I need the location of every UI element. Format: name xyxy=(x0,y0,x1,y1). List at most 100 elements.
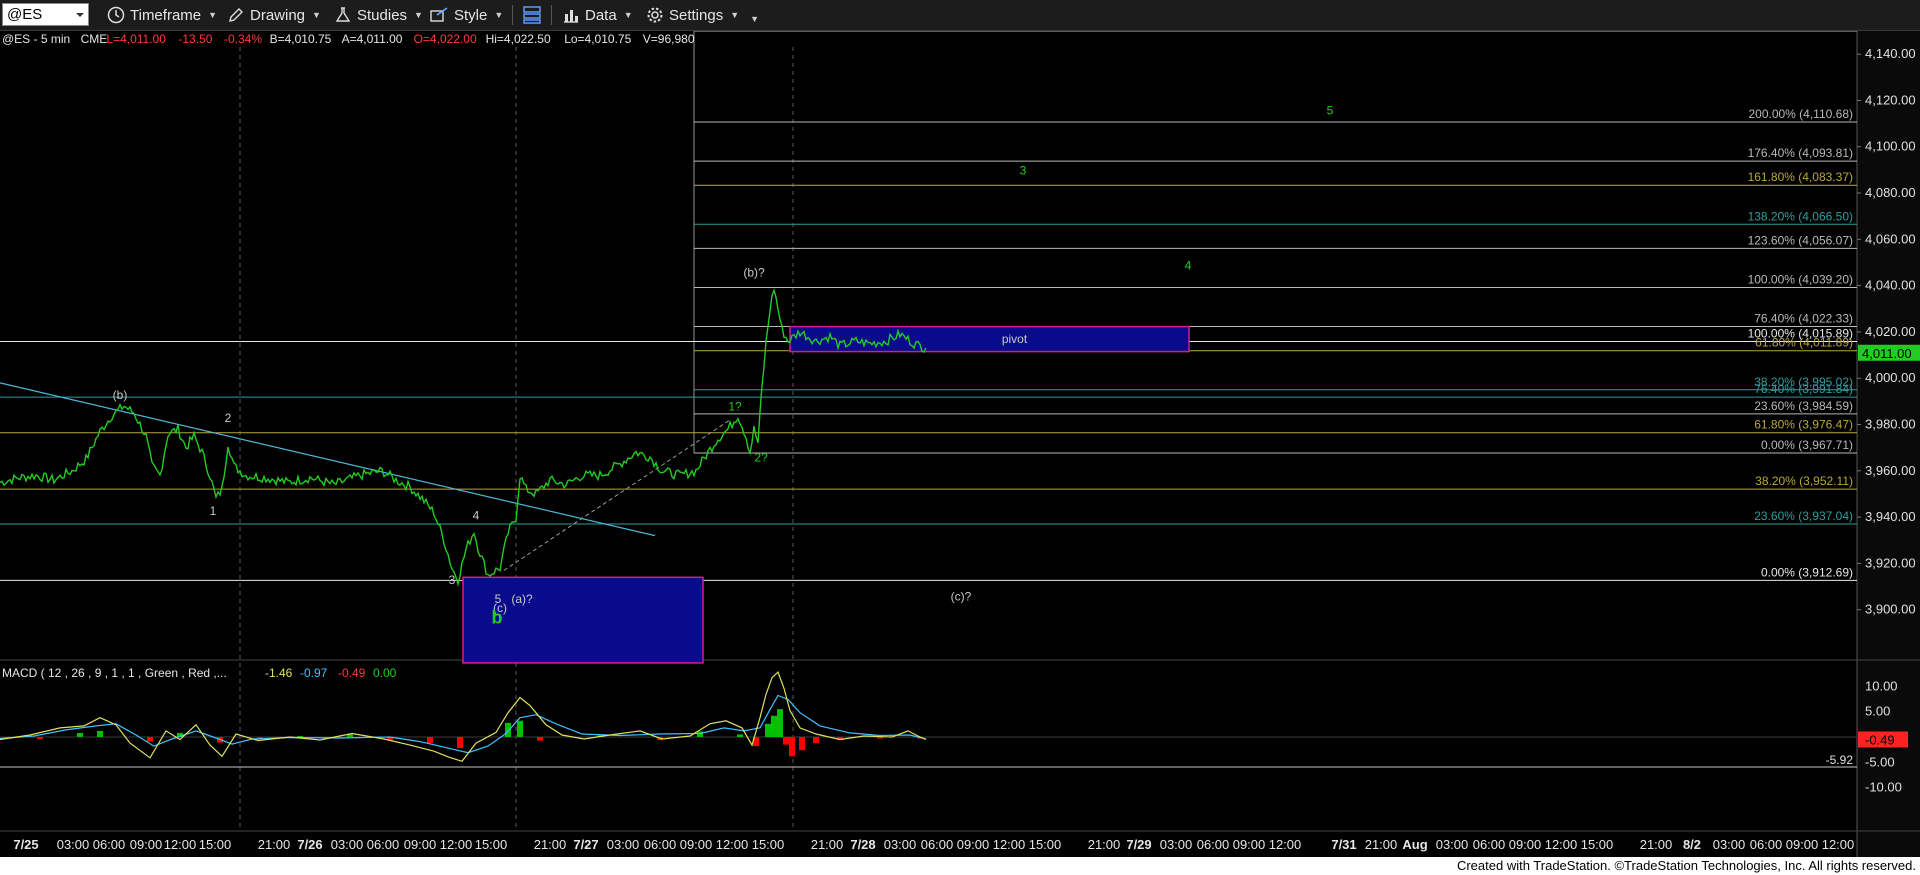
time-axis-label: 09:00 xyxy=(957,837,990,852)
macd-reference-label: -5.92 xyxy=(1826,753,1854,767)
macd-signal-value: -0.97 xyxy=(300,666,328,680)
macd-histogram-bar xyxy=(765,723,771,737)
layout-icon xyxy=(523,6,541,24)
drawing-label: Drawing xyxy=(250,6,306,24)
layout-button[interactable] xyxy=(522,3,542,27)
wave-label: b xyxy=(492,608,503,628)
studies-menu[interactable]: Studies ▼ xyxy=(334,3,423,27)
time-axis-label: 12:00 xyxy=(164,837,197,852)
footer: Created with TradeStation. ©TradeStation… xyxy=(0,857,1920,875)
macd-histogram-bar xyxy=(37,737,43,740)
time-axis-label: 7/29 xyxy=(1126,837,1151,852)
macd-histogram-bar xyxy=(97,730,103,737)
data-menu[interactable]: Data ▼ xyxy=(562,3,633,27)
time-axis-label: 7/27 xyxy=(573,837,598,852)
fib-b-level-label: 0.00% (3,912.69) xyxy=(1761,565,1853,579)
style-menu[interactable]: Style ▼ xyxy=(429,3,503,27)
footer-credit: Created with TradeStation. ©TradeStation… xyxy=(1456,858,1916,873)
time-axis-label: 7/25 xyxy=(13,837,38,852)
macd-axis-label: -5.00 xyxy=(1865,754,1895,769)
time-axis-label: 7/31 xyxy=(1331,837,1356,852)
price-axis-label: 4,140.00 xyxy=(1865,46,1916,61)
time-axis-label: 09:00 xyxy=(130,837,163,852)
macd-histogram-bar xyxy=(77,732,83,737)
time-axis-label: 12:00 xyxy=(1269,837,1302,852)
fib-b-level-label: 23.60% (3,937.04) xyxy=(1754,509,1853,523)
time-axis-label: 09:00 xyxy=(1786,837,1819,852)
price-axis-label: 3,980.00 xyxy=(1865,417,1916,432)
time-axis-label: 09:00 xyxy=(1509,837,1542,852)
time-axis-label: 06:00 xyxy=(921,837,954,852)
toolbar-separator xyxy=(551,5,552,25)
studies-label: Studies xyxy=(357,6,408,24)
fib-a-level-label: 38.20% (3,995.02) xyxy=(1754,375,1853,389)
drawing-menu[interactable]: Drawing ▼ xyxy=(227,3,321,27)
timeframe-label: Timeframe xyxy=(130,6,202,24)
price-axis-label: 3,900.00 xyxy=(1865,602,1916,617)
macd-histogram-bar xyxy=(147,737,153,742)
time-axis-label: 06:00 xyxy=(1197,837,1230,852)
time-axis-label: 03:00 xyxy=(331,837,364,852)
wave-label: 4 xyxy=(1185,258,1192,272)
macd-value-tag-label: -0.49 xyxy=(1865,732,1895,747)
time-axis-label: 12:00 xyxy=(1822,837,1855,852)
time-axis-label: 15:00 xyxy=(1029,837,1062,852)
time-axis-label: 12:00 xyxy=(716,837,749,852)
chart-header-field: -0.34% xyxy=(224,32,262,46)
wave-label: (a)? xyxy=(511,592,533,606)
time-axis-label: 03:00 xyxy=(57,837,90,852)
bar-chart-icon xyxy=(564,10,578,23)
chart-header-field: L=4,011.00 xyxy=(106,32,166,46)
price-axis-label: 4,100.00 xyxy=(1865,139,1916,154)
time-axis-label: 09:00 xyxy=(1233,837,1266,852)
time-axis-label: 21:00 xyxy=(1365,837,1398,852)
macd-histogram-bar xyxy=(737,734,743,737)
wave-label: 3 xyxy=(449,573,456,587)
macd-histogram-bar xyxy=(517,720,523,737)
timeframe-menu[interactable]: Timeframe ▼ xyxy=(107,3,217,27)
wave-label: 5 xyxy=(1327,103,1334,117)
price-axis-label: 3,920.00 xyxy=(1865,555,1916,570)
macd-axis-label: 10.00 xyxy=(1865,678,1898,693)
settings-label: Settings xyxy=(669,6,724,24)
chart-header-field: CME xyxy=(81,32,108,46)
fib-a-level-label: 61.80% (4,011.89) xyxy=(1755,336,1853,350)
macd-title: MACD ( 12 , 26 , 9 , 1 , 1 , Green , Red… xyxy=(2,666,227,680)
price-axis-label: 4,080.00 xyxy=(1865,185,1916,200)
time-axis-label: 06:00 xyxy=(367,837,400,852)
fib-a-level-label: 23.60% (3,984.59) xyxy=(1754,399,1853,413)
time-axis-label: Aug xyxy=(1402,837,1427,852)
macd-histogram-bar xyxy=(789,737,795,757)
macd-histogram-bar xyxy=(813,737,819,744)
chart-header-field: Lo=4,010.75 xyxy=(564,32,631,46)
macd-histogram-bar xyxy=(777,709,783,737)
chart-header-field: @ES - 5 min xyxy=(2,32,70,46)
time-axis-label: 21:00 xyxy=(1640,837,1673,852)
time-axis-label: 03:00 xyxy=(884,837,917,852)
fib-a-level-label: 176.40% (4,093.81) xyxy=(1748,146,1853,160)
fib-a-level-label: 123.60% (4,056.07) xyxy=(1748,233,1853,247)
symbol-text: @ES xyxy=(7,6,43,23)
macd-histogram-bar xyxy=(427,737,433,744)
time-axis-label: 15:00 xyxy=(1581,837,1614,852)
price-axis-label: 4,020.00 xyxy=(1865,324,1916,339)
wave-label: 2 xyxy=(225,411,232,425)
macd-value: -1.46 xyxy=(265,666,293,680)
price-axis-label: 4,040.00 xyxy=(1865,278,1916,293)
wave-label: 2? xyxy=(754,451,768,465)
chevron-down-icon: ▼ xyxy=(312,10,321,20)
time-axis-label: 7/28 xyxy=(850,837,875,852)
chevron-down-icon: ▼ xyxy=(623,10,633,20)
macd-histogram-bar xyxy=(783,737,789,745)
fib-a-level-label: 0.00% (3,967.71) xyxy=(1761,438,1853,452)
style-label: Style xyxy=(454,6,488,24)
wave-label: (b)? xyxy=(743,265,765,279)
pivot-zone xyxy=(789,325,1190,353)
settings-menu[interactable]: Settings ▼ ▼ xyxy=(646,3,759,27)
chevron-down-icon: ▼ xyxy=(208,10,218,20)
time-axis-label: 03:00 xyxy=(607,837,640,852)
symbol-input[interactable]: @ES xyxy=(2,3,89,26)
macd-axis-label: -10.00 xyxy=(1865,780,1902,795)
chart-background xyxy=(0,31,1920,857)
time-axis-label: 21:00 xyxy=(1088,837,1121,852)
